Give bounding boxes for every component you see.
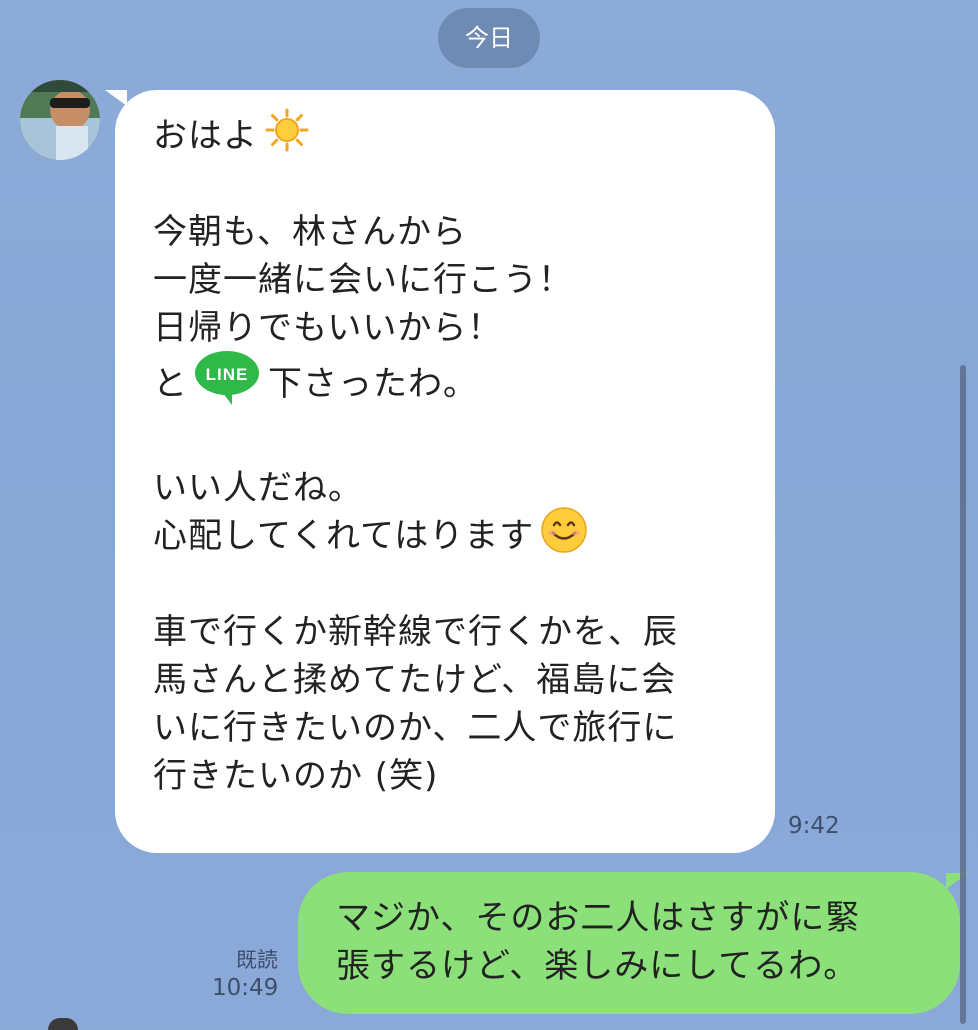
next-avatar-peek [48,1018,78,1030]
incoming-message-text: おはよ 今朝も、林さんから 一度一緒に会いに行こう！ 日帰りでもいいから！ と … [153,108,745,800]
message-line: おはよ [153,116,258,156]
message-line: いに行きたいのか、二人で旅行に [153,708,678,748]
incoming-message-bubble[interactable]: おはよ 今朝も、林さんから 一度一緒に会いに行こう！ 日帰りでもいいから！ と … [115,90,775,853]
outgoing-timestamp: 10:49 [212,975,279,1001]
message-line: 行きたいのか (笑) [153,756,439,796]
date-separator: 今日 [438,8,540,68]
message-line: と [153,364,188,404]
sender-avatar[interactable] [20,80,100,160]
message-line: 今朝も、林さんから [153,212,467,252]
message-line: 日帰りでもいいから！ [153,308,503,348]
message-line: 一度一緒に会いに行こう！ [153,260,573,300]
message-line: 下さったわ。 [268,364,478,404]
message-line: 馬さんと揉めてたけど、福島に会 [153,660,677,700]
sun-icon [264,107,310,166]
outgoing-message-text: マジか、そのお二人はさすがに緊 張するけど、楽しみにしてるわ。 [336,894,940,990]
line-icon: LINE [192,349,262,420]
incoming-timestamp: 9:42 [788,813,840,839]
chat-area[interactable]: 今日 おはよ 今朝も、林さんから 一度一緒に会いに行こう！ 日帰りでもいいから！… [0,0,978,1030]
outgoing-message-bubble[interactable]: マジか、そのお二人はさすがに緊 張するけど、楽しみにしてるわ。 [298,872,960,1014]
line-badge-text: LINE [206,365,249,384]
scrollbar[interactable] [960,365,966,1024]
read-receipt: 既読 [236,948,278,972]
smile-icon [540,506,588,567]
message-line: マジか、そのお二人はさすがに緊 [336,898,861,938]
message-line: 車で行くか新幹線で行くかを、辰 [153,612,678,652]
message-line: 心配してくれてはります [153,516,535,556]
message-line: いい人だね。 [153,468,363,508]
incoming-bubble-tail [105,90,127,106]
message-line: 張するけど、楽しみにしてるわ。 [336,946,859,986]
